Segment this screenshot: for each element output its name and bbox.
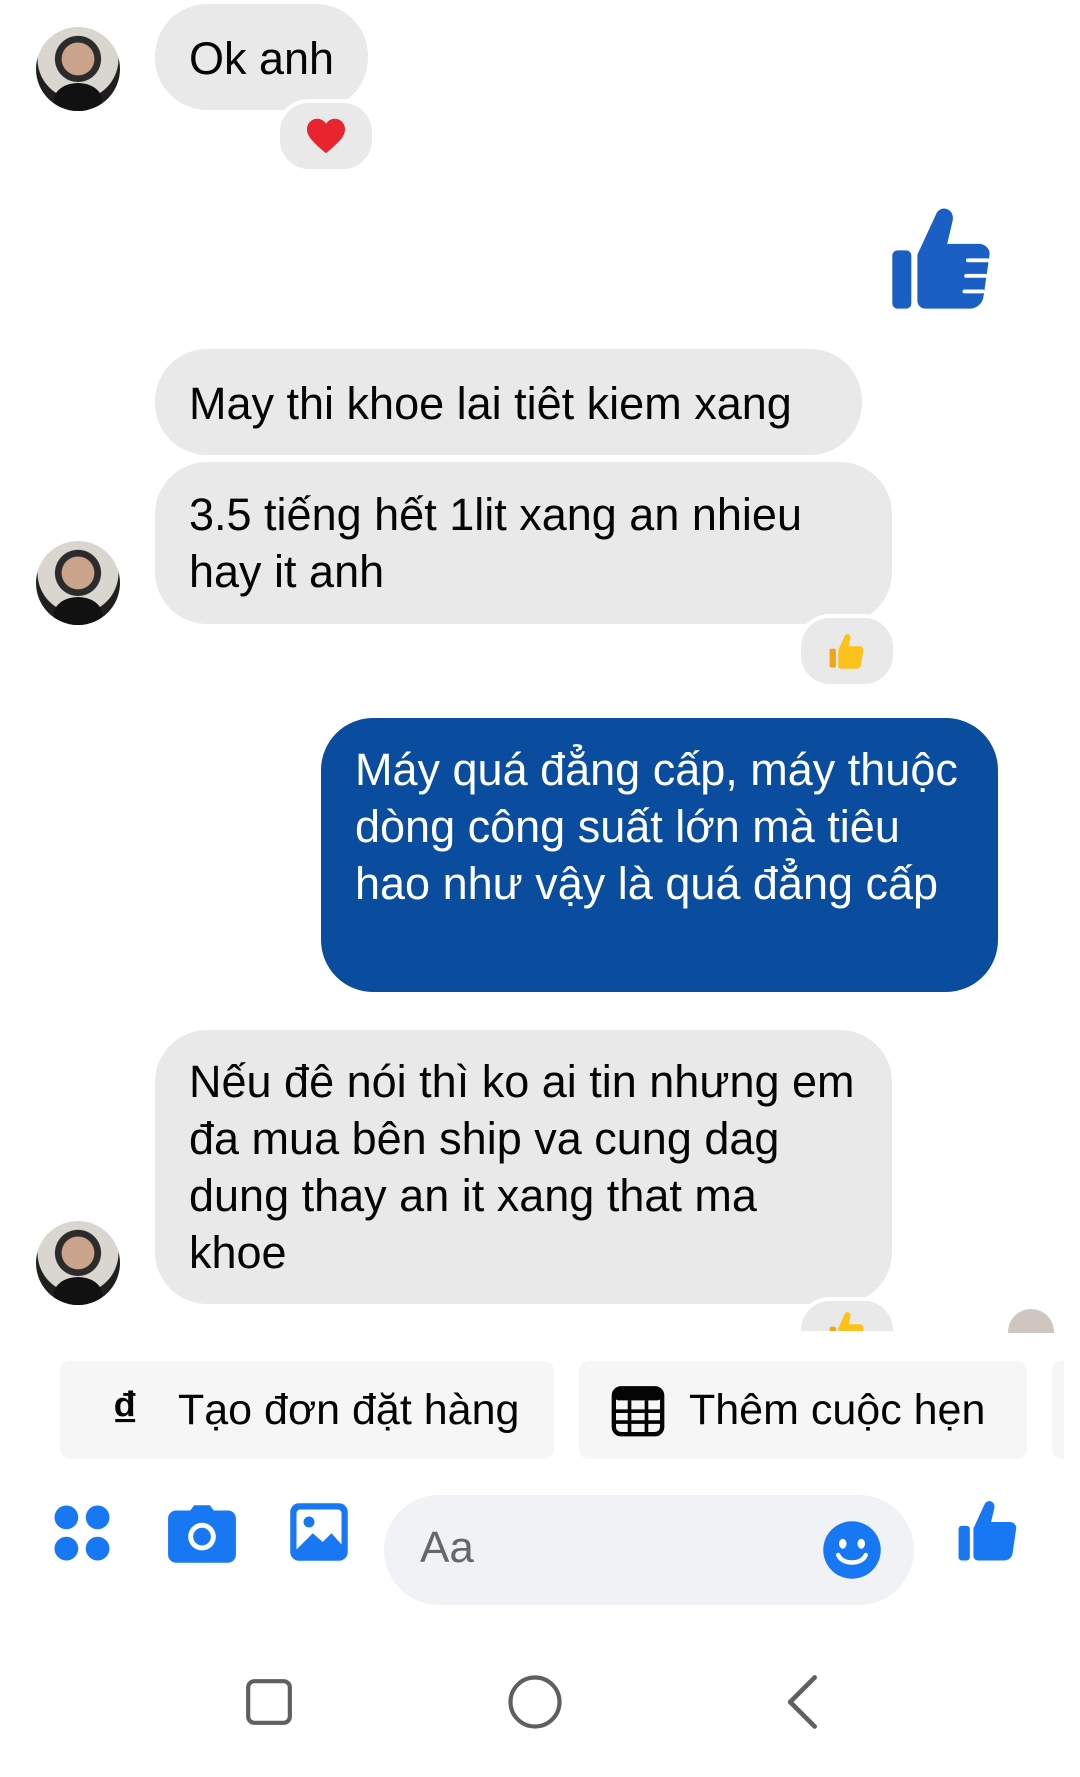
message-bubble-received[interactable]: 3.5 tiếng hết 1lit xang an nhieu hay it … (155, 462, 892, 624)
like-sticker[interactable] (890, 205, 994, 313)
thumbs-up-emoji-icon (829, 1312, 864, 1331)
calendar-icon (611, 1386, 665, 1437)
contact-avatar[interactable] (36, 541, 120, 625)
reaction-badge[interactable] (276, 99, 376, 173)
seen-avatar (1008, 1309, 1054, 1333)
message-bubble-received[interactable]: Ok anh (155, 4, 369, 110)
message-bubble-received[interactable]: Nếu đê nói thì ko ai tin nhưng em đa mua… (155, 1030, 892, 1304)
camera-icon[interactable] (168, 1504, 236, 1564)
create-order-button[interactable]: ₫ Tạo đơn đặt hàng (60, 1361, 554, 1459)
recents-square-icon[interactable] (244, 1677, 294, 1727)
reaction-badge[interactable] (797, 614, 897, 688)
message-bubble-received[interactable]: May thi khoe lai tiêt kiem xang (155, 349, 862, 455)
contact-avatar[interactable] (36, 1221, 120, 1305)
back-chevron-icon[interactable] (783, 1674, 823, 1730)
quick-action-overflow (1052, 1361, 1064, 1459)
message-bubble-sent[interactable]: Máy quá đẳng cấp, máy thuộc dòng công su… (321, 718, 998, 992)
thumbs-up-emoji-icon (829, 634, 864, 669)
gallery-icon[interactable] (289, 1502, 349, 1562)
heart-icon (307, 118, 345, 154)
like-icon[interactable] (957, 1499, 1019, 1563)
add-appointment-button[interactable]: Thêm cuộc hẹn (579, 1361, 1027, 1459)
message-input[interactable]: Aa (384, 1495, 914, 1605)
add-appointment-label: Thêm cuộc hẹn (689, 1385, 986, 1434)
contact-avatar[interactable] (36, 27, 120, 111)
message-input-placeholder: Aa (420, 1523, 474, 1572)
dong-currency-icon: ₫ (112, 1382, 138, 1438)
reaction-badge[interactable] (797, 1297, 897, 1335)
create-order-label: Tạo đơn đặt hàng (178, 1385, 520, 1434)
menu-dots-icon[interactable] (52, 1503, 112, 1563)
emoji-icon[interactable] (822, 1520, 882, 1580)
home-circle-icon[interactable] (507, 1674, 563, 1730)
